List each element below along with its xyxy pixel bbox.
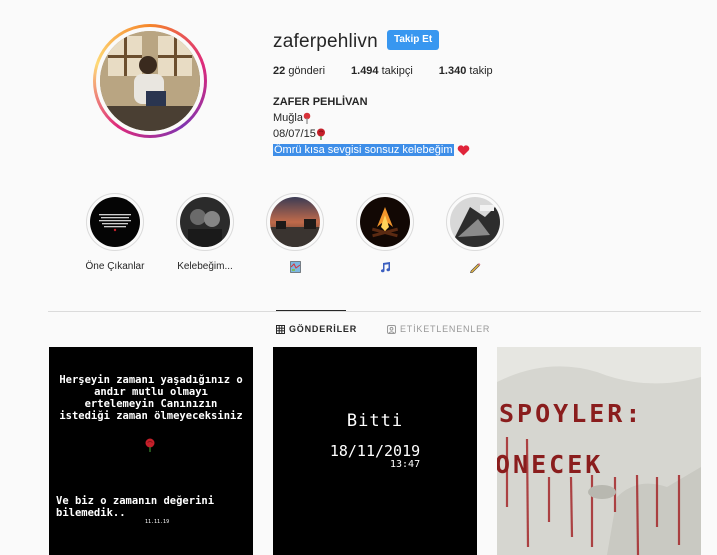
post-title: Bitti (346, 411, 404, 431)
full-name: ZAFER PEHLİVAN (273, 96, 368, 108)
avatar-photo (100, 31, 200, 131)
tag-icon (387, 324, 396, 334)
username: zaferpehlivn (273, 31, 378, 52)
highlight-item[interactable] (430, 193, 520, 276)
followers-label: takipçi (381, 65, 413, 77)
text-story-thumbnail (90, 197, 140, 247)
bio-line-date: 08/07/15 (273, 126, 470, 142)
bio-location-text: Muğla (273, 112, 303, 124)
tab-tagged[interactable]: ETİKETLENENLER (387, 324, 490, 334)
posts-count: 22 (273, 65, 286, 77)
heart-icon (457, 144, 469, 156)
follow-button[interactable]: Takip Et (387, 30, 440, 50)
following-label: takip (469, 65, 493, 77)
post-time: 13:47 (390, 459, 421, 470)
following-count: 1.340 (438, 65, 467, 77)
campfire-thumbnail (360, 197, 410, 247)
followers-stat[interactable]: 1.494 takipçi (351, 65, 413, 77)
tabs-divider (48, 311, 701, 312)
graffiti-text-line2: ONECEK (497, 450, 604, 479)
highlight-item[interactable]: Öne Çıkanlar (70, 193, 160, 276)
highlight-item[interactable] (250, 193, 340, 276)
couple-photo-thumbnail (180, 197, 230, 247)
tab-posts-label: GÖNDERİLER (289, 324, 358, 334)
post-tile[interactable]: Bitti 18/11/2019 13:47 (273, 347, 477, 555)
posts-label: gönderi (288, 65, 326, 77)
rose-icon (316, 128, 325, 141)
post-date: 11.11.19 (145, 519, 170, 525)
profile-avatar[interactable] (93, 24, 207, 138)
monochrome-thumbnail (450, 197, 500, 247)
highlight-label: Öne Çıkanlar (85, 261, 145, 272)
highlight-item[interactable] (340, 193, 430, 276)
story-highlights: Öne Çıkanlar Kelebeğim... (70, 193, 520, 276)
tab-tagged-label: ETİKETLENENLER (400, 324, 491, 334)
post-tile[interactable]: Herşeyin zamanı yaşadığınız o andır mutl… (49, 347, 253, 555)
pencil-emoji (469, 261, 481, 276)
highlight-item[interactable]: Kelebeğim... (160, 193, 250, 276)
graffiti-text-line1: SPOYLER: (499, 399, 644, 428)
following-stat[interactable]: 1.340 takip (439, 65, 493, 77)
posts-stat[interactable]: 22 gönderi (273, 65, 325, 77)
highlight-label: Kelebeğim... (177, 261, 233, 272)
pin-icon (303, 112, 311, 125)
post-caption: Ve biz o zamanın değerini bilemedik.. (56, 495, 215, 519)
music-note-emoji (379, 261, 391, 276)
bio-line-quote: Ömrü kısa sevgisi sonsuz kelebeğim (273, 142, 470, 158)
active-tab-indicator (276, 310, 346, 311)
bio: ZAFER PEHLİVAN Muğla 08/07/15 Ömrü kısa … (273, 94, 470, 158)
map-emoji (289, 261, 301, 276)
grid-icon (276, 324, 285, 334)
rose-icon (145, 438, 155, 452)
post-tile[interactable]: SPOYLER: ONECEK (497, 347, 701, 555)
post-text: Herşeyin zamanı yaşadığınız o andır mutl… (59, 374, 243, 422)
profile-stats: 22 gönderi 1.494 takipçi 1.340 takip (273, 65, 519, 77)
sunset-road-thumbnail (270, 197, 320, 247)
bio-line-location: Muğla (273, 110, 470, 126)
tab-posts[interactable]: GÖNDERİLER (276, 324, 357, 334)
post-date: 18/11/2019 (329, 442, 421, 460)
bio-date-text: 08/07/15 (273, 128, 316, 140)
bio-quote-text: Ömrü kısa sevgisi sonsuz kelebeğim (273, 144, 454, 156)
followers-count: 1.494 (351, 65, 379, 77)
